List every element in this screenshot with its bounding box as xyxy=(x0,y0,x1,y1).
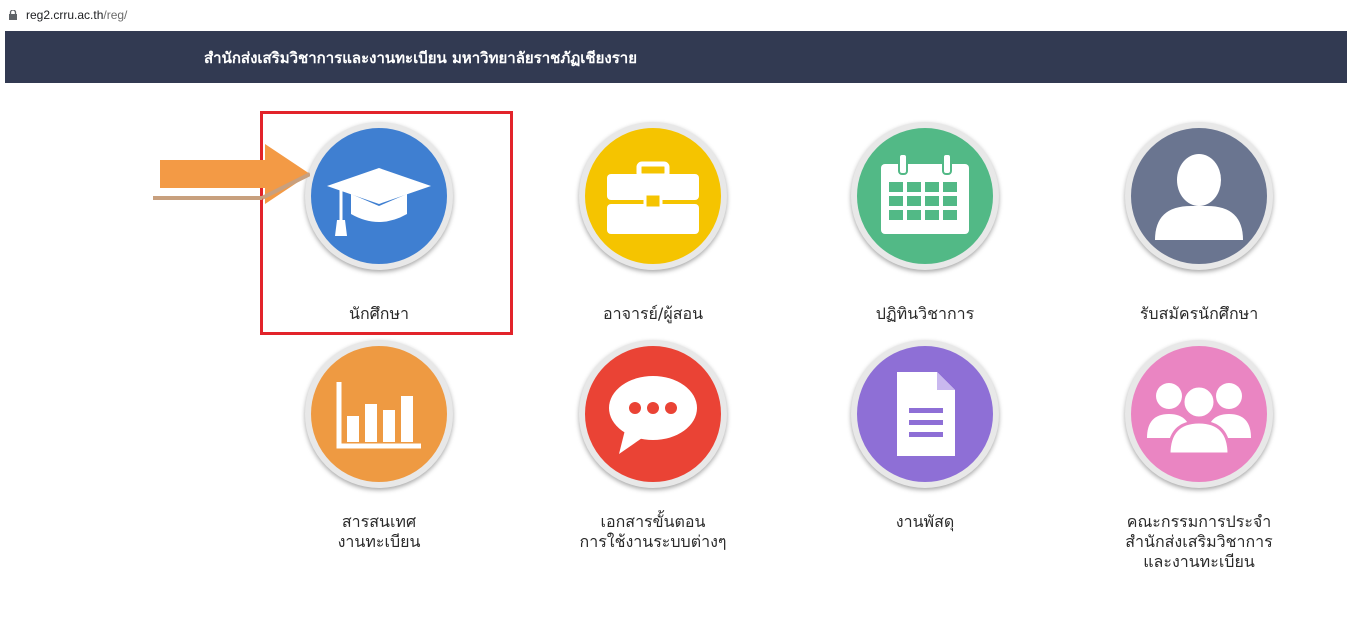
site-title[interactable]: สำนักส่งเสริมวิชาการและงานทะเบียน มหาวิท… xyxy=(204,46,637,70)
url-text[interactable]: reg2.crru.ac.th/reg/ xyxy=(26,8,127,22)
url-host: reg2.crru.ac.th xyxy=(26,8,104,22)
tile-label-line: และงานทะเบียน xyxy=(1143,552,1255,571)
browser-address-bar[interactable]: reg2.crru.ac.th/reg/ xyxy=(0,0,1347,31)
bar-chart-icon xyxy=(305,340,453,488)
user-icon xyxy=(1125,122,1273,270)
tile-admission[interactable]: รับสมัครนักศึกษา xyxy=(1079,122,1319,332)
tile-supplies[interactable]: งานพัสดุ xyxy=(805,340,1045,560)
tile-teacher[interactable]: อาจารย์/ผู้สอน xyxy=(533,122,773,332)
tile-label-line: สารสนเทศ xyxy=(341,512,417,531)
tile-label: คณะกรรมการประจำ สำนักส่งเสริมวิชาการ และ… xyxy=(1079,512,1319,572)
tile-label-line: การใช้งานระบบต่างๆ xyxy=(579,532,727,551)
tile-label-line: สำนักส่งเสริมวิชาการ xyxy=(1125,532,1273,551)
briefcase-icon xyxy=(579,122,727,270)
tile-label: รับสมัครนักศึกษา xyxy=(1139,304,1259,323)
group-icon xyxy=(1125,340,1273,488)
url-path: /reg/ xyxy=(103,8,128,22)
site-header: สำนักส่งเสริมวิชาการและงานทะเบียน มหาวิท… xyxy=(5,31,1347,83)
tile-label: เอกสารขั้นตอน การใช้งานระบบต่างๆ xyxy=(533,512,773,552)
tile-committee[interactable]: คณะกรรมการประจำ สำนักส่งเสริมวิชาการ และ… xyxy=(1079,340,1319,600)
tile-procedure-documents[interactable]: เอกสารขั้นตอน การใช้งานระบบต่างๆ xyxy=(533,340,773,560)
lock-icon xyxy=(9,10,17,20)
tile-label: ปฏิทินวิชาการ xyxy=(875,304,975,323)
tile-registration-info[interactable]: สารสนเทศ งานทะเบียน xyxy=(259,340,499,560)
tile-label-line: คณะกรรมการประจำ xyxy=(1126,512,1272,531)
tile-label: สารสนเทศ งานทะเบียน xyxy=(259,512,499,552)
tile-academic-calendar[interactable]: ปฏิทินวิชาการ xyxy=(805,122,1045,332)
chat-bubble-icon xyxy=(579,340,727,488)
arrow-icon xyxy=(153,144,310,204)
tile-label: งานพัสดุ xyxy=(895,512,955,531)
tile-label: อาจารย์/ผู้สอน xyxy=(603,304,703,323)
calendar-icon xyxy=(851,122,999,270)
document-icon xyxy=(851,340,999,488)
tile-label-line: เอกสารขั้นตอน xyxy=(600,512,706,531)
tile-label-line: งานทะเบียน xyxy=(337,532,421,551)
